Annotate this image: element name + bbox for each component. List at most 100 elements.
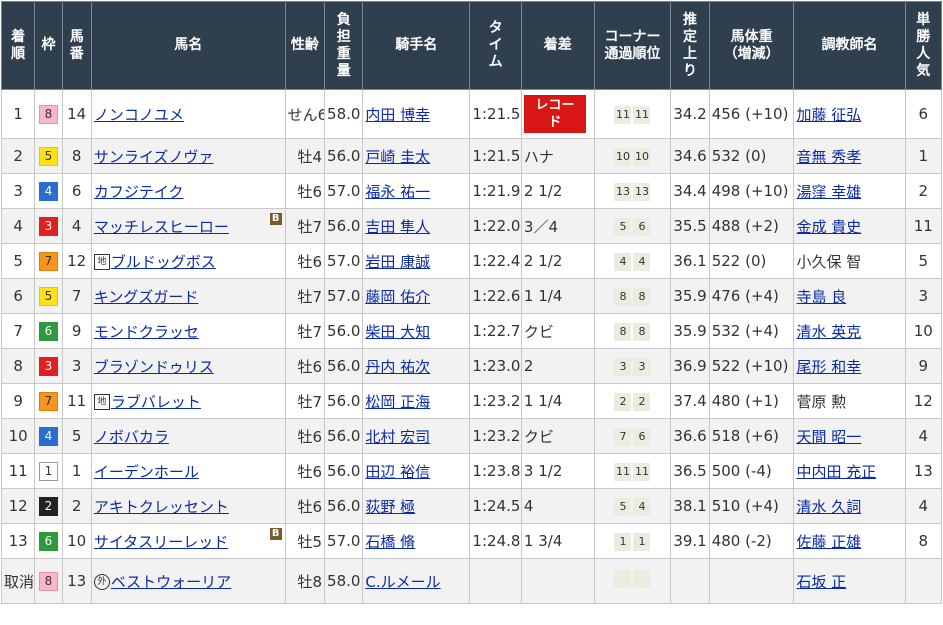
popularity: 11 xyxy=(904,208,943,244)
waku-cell: 6 xyxy=(34,523,63,559)
col-header-num: 馬番 xyxy=(61,1,92,90)
finish-time: 1:24.5 xyxy=(469,488,522,524)
trainer-link[interactable]: 佐藤 正雄 xyxy=(796,533,861,551)
waku-cell: 3 xyxy=(34,208,63,244)
corner-4: 4 xyxy=(633,253,651,271)
header-row: 着順 枠 馬番 馬名 性齢 負担重量 騎手名 タイム 着差 コーナー 通過順位 推… xyxy=(0,1,943,90)
waku-badge: 4 xyxy=(38,427,58,446)
last-3f: 36.5 xyxy=(670,453,710,489)
table-row: 7 6 9 モンドクラッセ 牡7 56.0 柴田 大知 1:22.7 クビ 88… xyxy=(0,313,943,349)
waku-badge: 1 xyxy=(38,462,58,481)
horse-number: 3 xyxy=(61,348,92,384)
popularity: 6 xyxy=(904,89,943,139)
horse-name-link[interactable]: サンライズノヴァ xyxy=(94,148,214,166)
trainer-link[interactable]: 清水 英克 xyxy=(796,323,861,341)
carried-weight: 56.0 xyxy=(324,348,364,384)
horse-number: 4 xyxy=(61,208,92,244)
sex-age: 牡5 xyxy=(284,523,326,559)
corner-3: 1 xyxy=(614,533,632,551)
jockey-link[interactable]: 荻野 極 xyxy=(365,498,415,516)
jockey-link[interactable]: 北村 宏司 xyxy=(365,428,430,446)
jockey-link[interactable]: 松岡 正海 xyxy=(365,393,430,411)
trainer-link[interactable]: 清水 久詞 xyxy=(796,498,861,516)
horse-name-link[interactable]: ブルドッグボス xyxy=(111,253,216,271)
carried-weight: 57.0 xyxy=(324,173,364,209)
sex-age: 牡6 xyxy=(284,453,326,489)
trainer-cell: 天間 昭一 xyxy=(793,418,906,454)
race-result-table: 着順 枠 馬番 馬名 性齢 負担重量 騎手名 タイム 着差 コーナー 通過順位 推… xyxy=(0,1,943,604)
trainer-link[interactable]: 音無 秀孝 xyxy=(796,148,861,166)
trainer-link[interactable]: 尾形 和幸 xyxy=(796,358,861,376)
carried-weight: 57.0 xyxy=(324,523,364,559)
body-weight: 456 (+10) xyxy=(708,89,795,139)
trainer-link[interactable]: 加藤 征弘 xyxy=(796,106,861,124)
horse-name-link[interactable]: マッチレスヒーロー xyxy=(94,218,229,236)
jockey-link[interactable]: 田辺 裕信 xyxy=(365,463,430,481)
jockey-link[interactable]: 戸崎 圭太 xyxy=(365,148,430,166)
jockey-link[interactable]: 石橋 脩 xyxy=(365,533,415,551)
popularity: 4 xyxy=(904,488,943,524)
trainer-link[interactable]: 湯窪 幸雄 xyxy=(796,183,861,201)
finish-time: 1:21.9 xyxy=(469,173,522,209)
body-weight: 500 (-4) xyxy=(708,453,795,489)
waku-cell: 5 xyxy=(34,138,63,174)
corner-3: 8 xyxy=(614,288,632,306)
blinker-icon: B xyxy=(269,213,282,225)
carried-weight: 56.0 xyxy=(324,418,364,454)
trainer-link[interactable]: 寺島 良 xyxy=(796,288,846,306)
sex-age: 牡4 xyxy=(284,138,326,174)
horse-name-link[interactable]: モンドクラッセ xyxy=(94,323,199,341)
sex-age: 牡6 xyxy=(284,348,326,384)
margin-cell: 4 xyxy=(520,488,595,524)
body-weight: 476 (+4) xyxy=(708,278,795,314)
trainer-link[interactable]: 中内田 充正 xyxy=(796,463,876,481)
trainer-cell: 清水 英克 xyxy=(793,313,906,349)
last-3f: 39.1 xyxy=(670,523,710,559)
horse-name-link[interactable]: ベストウォーリア xyxy=(111,573,231,591)
jockey-link[interactable]: C.ルメール xyxy=(365,573,440,591)
horse-name-link[interactable]: ノボバカラ xyxy=(94,428,169,446)
carried-weight: 56.0 xyxy=(324,313,364,349)
horse-name-link[interactable]: カフジテイク xyxy=(94,183,184,201)
carried-weight: 58.0 xyxy=(324,89,364,139)
horse-name-link[interactable]: サイタスリーレッド xyxy=(94,533,228,551)
jockey-link[interactable]: 丹内 祐次 xyxy=(365,358,430,376)
trainer-link[interactable]: 金成 貴史 xyxy=(796,218,861,236)
jockey-link[interactable]: 藤岡 佑介 xyxy=(365,288,430,306)
horse-name-link[interactable]: ラブバレット xyxy=(111,393,201,411)
horse-name-link[interactable]: ノンコノユメ xyxy=(94,106,184,124)
corner-4: 6 xyxy=(633,428,651,446)
margin-cell: 1 1/4 xyxy=(520,278,595,314)
corner-4: 13 xyxy=(633,183,651,201)
trainer-link[interactable]: 石坂 正 xyxy=(796,573,846,591)
corner-positions: 10 10 xyxy=(593,138,672,174)
finish-time: 1:22.4 xyxy=(469,243,522,279)
jockey-link[interactable]: 内田 博幸 xyxy=(365,106,430,124)
table-row: 11 1 1 イーデンホール 牡6 56.0 田辺 裕信 1:23.8 3 1/… xyxy=(0,453,943,489)
jockey-link[interactable]: 柴田 大知 xyxy=(365,323,430,341)
body-weight: 480 (-2) xyxy=(708,523,795,559)
horse-number: 10 xyxy=(61,523,92,559)
margin-cell: 3／4 xyxy=(520,208,595,244)
corner-3 xyxy=(614,570,632,588)
corner-3: 2 xyxy=(614,393,632,411)
horse-name-link[interactable]: ブラゾンドゥリス xyxy=(94,358,214,376)
trainer-link[interactable]: 天間 昭一 xyxy=(796,428,861,446)
table-row: 取消 8 13 外ベストウォーリア 牡8 58.0 C.ルメール 石坂 正 xyxy=(0,558,943,604)
table-row: 8 3 3 ブラゾンドゥリス 牡6 56.0 丹内 祐次 1:23.0 2 33… xyxy=(0,348,943,384)
jockey-link[interactable]: 吉田 隼人 xyxy=(365,218,430,236)
horse-name-link[interactable]: キングズガード xyxy=(94,288,199,306)
jockey-link[interactable]: 福永 祐一 xyxy=(365,183,430,201)
jockey-link[interactable]: 岩田 康誠 xyxy=(365,253,430,271)
carried-weight: 57.0 xyxy=(324,243,364,279)
finish-position: 2 xyxy=(0,138,36,174)
sex-age: 牡6 xyxy=(284,243,326,279)
last-3f: 34.4 xyxy=(670,173,710,209)
horse-name-link[interactable]: アキトクレッセント xyxy=(94,498,229,516)
finish-time xyxy=(469,558,522,604)
corner-3: 5 xyxy=(614,218,632,236)
popularity: 4 xyxy=(904,418,943,454)
body-weight: 488 (+2) xyxy=(708,208,795,244)
last-3f: 36.9 xyxy=(670,348,710,384)
horse-name-link[interactable]: イーデンホール xyxy=(94,463,199,481)
